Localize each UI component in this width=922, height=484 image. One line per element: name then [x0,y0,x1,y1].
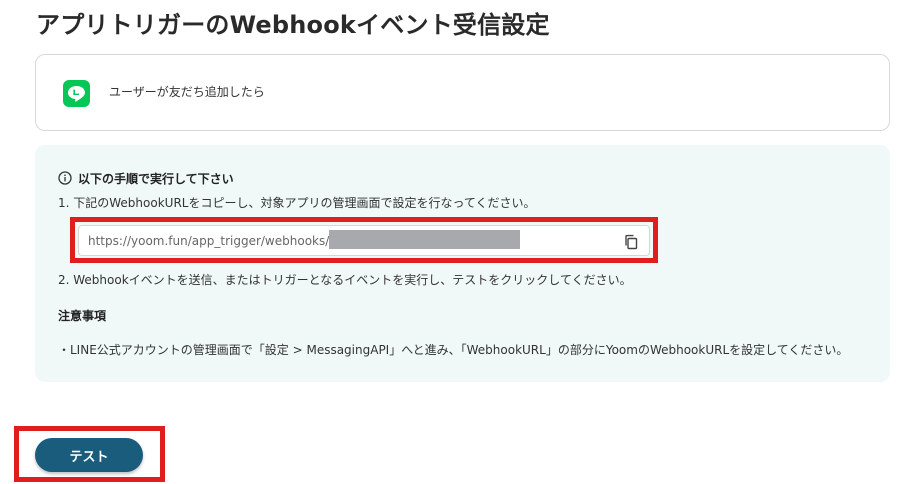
redacted-token [329,230,520,249]
instructions-panel: 以下の手順で実行して下さい 1. 下記のWebhookURLをコピーし、対象アプ… [35,145,890,382]
step-1-text: 1. 下記のWebhookURLをコピーし、対象アプリの管理画面で設定を行なって… [58,196,536,210]
trigger-card[interactable]: ユーザーが友だち追加したら [35,54,890,131]
line-logo-icon [63,80,90,107]
instructions-title: 以下の手順で実行して下さい [78,171,234,186]
instructions-heading: 以下の手順で実行して下さい [58,169,234,187]
page-title: アプリトリガーのWebhookイベント受信設定 [36,11,550,39]
info-icon [58,171,72,185]
webhook-url-field[interactable]: https://yoom.fun/app_trigger/webhooks/ [78,225,650,256]
copy-icon[interactable] [623,234,639,250]
note-title: 注意事項 [58,309,107,323]
webhook-url-text[interactable]: https://yoom.fun/app_trigger/webhooks/ [88,233,329,249]
step-2-text: 2. Webhookイベントを送信、またはトリガーとなるイベントを実行し、テスト… [58,273,632,287]
test-button[interactable]: テスト [35,438,143,472]
note-text: ・LINE公式アカウントの管理画面で「設定 > MessagingAPI」へと進… [58,343,849,357]
trigger-label: ユーザーが友だち追加したら [109,85,265,99]
